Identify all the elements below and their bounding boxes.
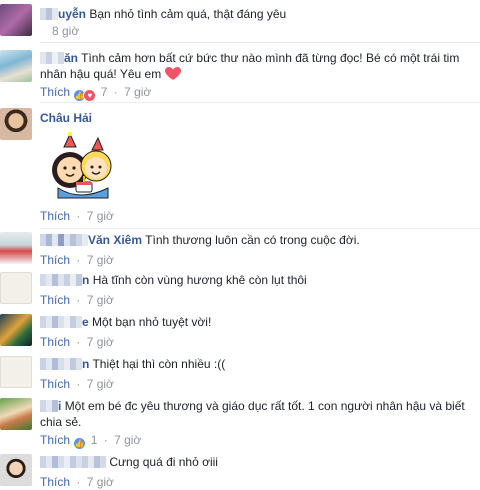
like-link[interactable]: Thích: [40, 433, 70, 447]
avatar[interactable]: [0, 50, 32, 82]
comment-text: Bạn nhỏ tình cảm quá, thật đáng yêu: [89, 7, 287, 21]
comment-item: Văn Xiêm Tình thương luôn cần có trong c…: [0, 230, 480, 270]
reaction-count[interactable]: 7: [101, 85, 108, 99]
blurred-name: [40, 400, 58, 412]
reaction-icons[interactable]: 👍 ♥: [73, 86, 97, 102]
comment-text: Tình thương luôn cần có trong cuộc đời.: [145, 233, 360, 247]
avatar[interactable]: [0, 4, 32, 36]
comment-time[interactable]: 7 giờ: [87, 335, 114, 349]
sticker-image: [40, 130, 120, 202]
dot-separator: ·: [76, 293, 81, 307]
avatar[interactable]: [0, 314, 32, 346]
like-link[interactable]: Thích: [40, 209, 70, 223]
dot-separator: ·: [113, 85, 118, 99]
blurred-name: [40, 234, 88, 246]
comment-time[interactable]: 7 giờ: [87, 253, 114, 267]
dot-separator: ·: [76, 335, 81, 349]
comment-time[interactable]: 7 giờ: [87, 377, 114, 391]
comment-text: Thiệt hại thì còn nhiều :((: [92, 357, 226, 371]
commenter-name[interactable]: n: [82, 357, 89, 371]
dot-separator: ·: [76, 253, 81, 267]
blurred-name: [40, 358, 82, 370]
commenter-name[interactable]: e: [82, 315, 89, 329]
commenter-name[interactable]: Văn Xiêm: [88, 233, 142, 247]
comment-time[interactable]: 7 giờ: [87, 293, 114, 307]
commenter-name[interactable]: n: [82, 273, 89, 287]
avatar[interactable]: [0, 272, 32, 304]
blurred-name: [40, 52, 64, 64]
comment-text: Một bạn nhỏ tuyệt vời!: [92, 315, 212, 329]
blurred-name: [40, 274, 82, 286]
comment-item: i Một em bé đc yêu thương và giáo dục rấ…: [0, 396, 480, 450]
like-link[interactable]: Thích: [40, 293, 70, 307]
blurred-name: [40, 316, 82, 328]
dot-separator: ·: [76, 209, 81, 223]
dot-separator: ·: [76, 377, 81, 391]
comment-item: Cưng quá đi nhỏ ơiii Thích · 7 giờ: [0, 452, 480, 490]
like-link[interactable]: Thích: [40, 253, 70, 267]
like-link[interactable]: Thích: [40, 335, 70, 349]
comment-time[interactable]: 8 giờ: [52, 24, 79, 38]
commenter-name[interactable]: Châu Hải: [40, 111, 92, 125]
love-reaction-icon: ♥: [83, 89, 97, 102]
avatar[interactable]: [0, 232, 32, 264]
comment-item: uyễn Bạn nhỏ tình cảm quá, thật đáng yêu…: [0, 0, 480, 40]
dot-separator: ·: [103, 433, 108, 447]
avatar[interactable]: [0, 356, 32, 388]
reaction-icons[interactable]: 👍: [73, 434, 87, 450]
comment-item: Châu Hải Thích · 7 giờ: [0, 106, 480, 226]
comment-item: e Một bạn nhỏ tuyệt vời! Thích · 7 giờ: [0, 312, 480, 352]
comment-text: Hà tĩnh còn vùng hương khê còn lụt thôi: [92, 273, 307, 287]
comment-time[interactable]: 7 giờ: [114, 433, 141, 447]
dot-separator: ·: [76, 475, 81, 489]
avatar[interactable]: [0, 454, 32, 486]
reaction-count[interactable]: 1: [91, 433, 98, 447]
avatar[interactable]: [0, 398, 32, 430]
blurred-name: [40, 456, 106, 468]
like-link[interactable]: Thích: [40, 377, 70, 391]
commenter-name[interactable]: uyễn: [58, 7, 86, 21]
like-reaction-icon: 👍: [73, 437, 87, 450]
comment-text: Tình cảm hơn bất cứ bức thư nào mình đã …: [40, 51, 460, 81]
avatar[interactable]: [0, 108, 32, 140]
comment-text: Một em bé đc yêu thương và giáo dục rất …: [40, 399, 465, 429]
comment-time[interactable]: 7 giờ: [124, 85, 151, 99]
divider: [40, 228, 480, 229]
commenter-name[interactable]: i: [58, 399, 61, 413]
comment-item: n Hà tĩnh còn vùng hương khê còn lụt thô…: [0, 270, 480, 310]
like-link[interactable]: Thích: [40, 85, 70, 99]
comment-time[interactable]: 7 giờ: [87, 475, 114, 489]
comment-item: ăn Tình cảm hơn bất cứ bức thư nào mình …: [0, 46, 480, 102]
comment-item: n Thiệt hại thì còn nhiều :(( Thích · 7 …: [0, 354, 480, 394]
comment-time[interactable]: 7 giờ: [87, 209, 114, 223]
comment-text: Cưng quá đi nhỏ ơiii: [109, 455, 218, 469]
blurred-name: [40, 8, 58, 20]
commenter-name[interactable]: ăn: [64, 51, 78, 65]
divider: [40, 42, 480, 43]
heart-emoji-icon: [164, 67, 181, 85]
divider: [40, 102, 480, 103]
like-link[interactable]: Thích: [40, 475, 70, 489]
